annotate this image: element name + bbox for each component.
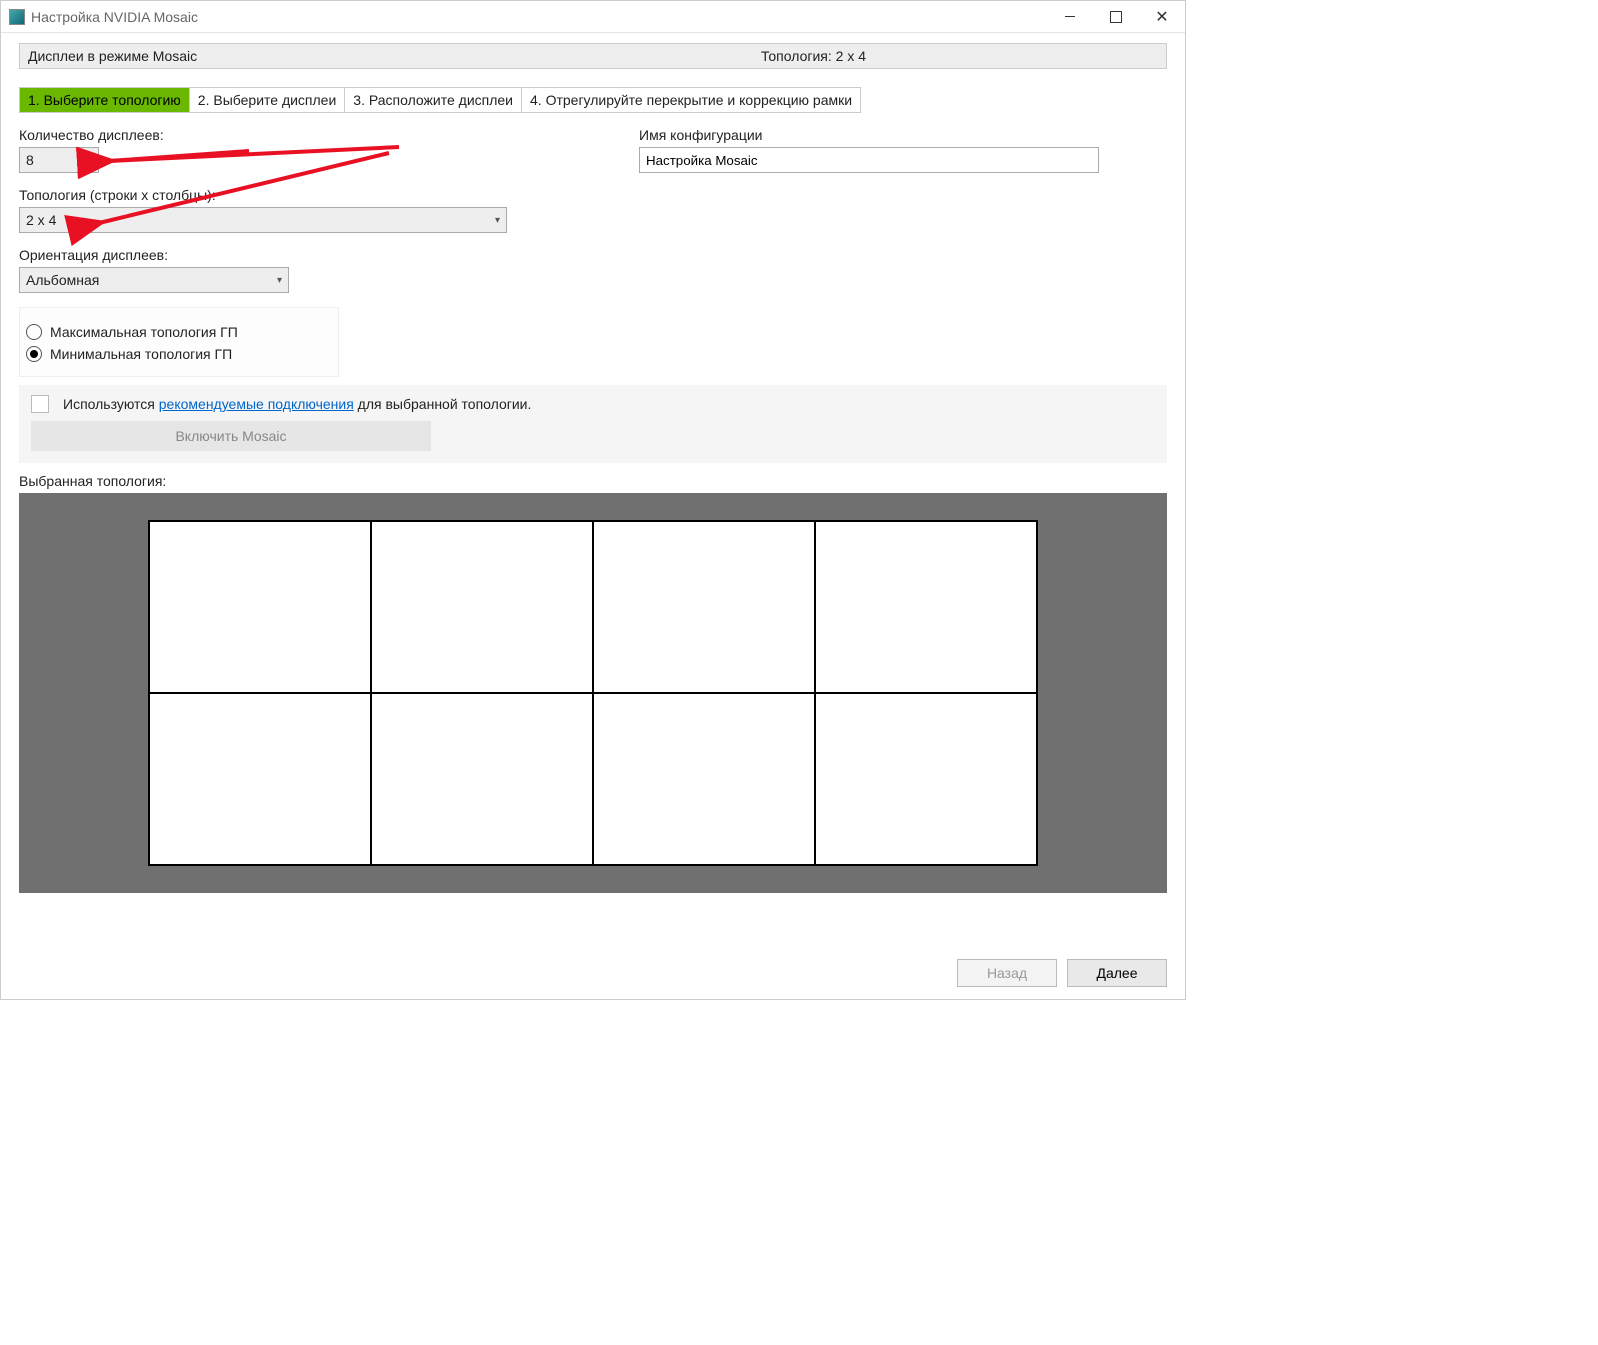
topology-cell: [816, 522, 1036, 692]
window-root: Настройка NVIDIA Mosaic ✕ Дисплеи в режи…: [0, 0, 1186, 1000]
enable-mosaic-button[interactable]: Включить Mosaic: [31, 421, 431, 451]
config-name-input[interactable]: [639, 147, 1099, 173]
topology-cell: [150, 694, 370, 864]
radio-max-gpu-topology[interactable]: Максимальная топология ГП: [26, 324, 332, 340]
app-icon: [9, 9, 25, 25]
recommended-connections-link[interactable]: рекомендуемые подключения: [159, 396, 354, 412]
chevron-down-icon: ▾: [495, 215, 500, 226]
next-button[interactable]: Далее: [1067, 959, 1167, 987]
mode-header: Дисплеи в режиме Mosaic Топология: 2 x 4: [19, 43, 1167, 69]
tab-arrange-displays[interactable]: 3. Расположите дисплеи: [344, 87, 522, 113]
topology-value: 2 x 4: [26, 212, 56, 228]
recommended-connections-row: Используются рекомендуемые подключения д…: [31, 395, 1155, 413]
chevron-down-icon: ▾: [277, 275, 282, 286]
topology-cell: [372, 522, 592, 692]
radio-icon: [26, 324, 42, 340]
radio-min-label: Минимальная топология ГП: [50, 346, 232, 362]
topology-cell: [594, 694, 814, 864]
recommended-connections-checkbox[interactable]: [31, 395, 49, 413]
minimize-button[interactable]: [1047, 1, 1093, 32]
window-title: Настройка NVIDIA Mosaic: [31, 9, 198, 25]
gpu-topology-radio-group: Максимальная топология ГП Минимальная то…: [19, 307, 339, 377]
form-area: Количество дисплеев: 8 ▾ Топология (стро…: [19, 127, 1167, 377]
topology-label: Топология (строки x столбцы):: [19, 187, 579, 203]
radio-max-label: Максимальная топология ГП: [50, 324, 238, 340]
topology-summary: Топология: 2 x 4: [761, 48, 1166, 64]
display-count-value: 8: [26, 152, 34, 168]
content-area: Дисплеи в режиме Mosaic Топология: 2 x 4…: [1, 33, 1185, 999]
topology-cell: [594, 522, 814, 692]
enable-text-suffix: для выбранной топологии.: [354, 396, 532, 412]
radio-icon: [26, 346, 42, 362]
enable-panel: Используются рекомендуемые подключения д…: [19, 385, 1167, 463]
display-count-label: Количество дисплеев:: [19, 127, 579, 143]
radio-min-gpu-topology[interactable]: Минимальная топология ГП: [26, 346, 332, 362]
back-button[interactable]: Назад: [957, 959, 1057, 987]
topology-select[interactable]: 2 x 4 ▾: [19, 207, 507, 233]
orientation-value: Альбомная: [26, 272, 99, 288]
topology-cell: [816, 694, 1036, 864]
topology-cell: [372, 694, 592, 864]
titlebar: Настройка NVIDIA Mosaic ✕: [1, 1, 1185, 33]
tab-select-displays[interactable]: 2. Выберите дисплеи: [189, 87, 346, 113]
topology-cell: [150, 522, 370, 692]
topology-grid: [148, 520, 1038, 866]
close-button[interactable]: ✕: [1139, 1, 1185, 32]
chevron-down-icon: ▾: [87, 155, 92, 166]
footer-buttons: Назад Далее: [19, 947, 1167, 987]
orientation-label: Ориентация дисплеев:: [19, 247, 579, 263]
mode-label: Дисплеи в режиме Mosaic: [20, 48, 205, 64]
tab-select-topology[interactable]: 1. Выберите топологию: [19, 87, 190, 113]
maximize-button[interactable]: [1093, 1, 1139, 32]
selected-topology-label: Выбранная топология:: [19, 473, 1167, 489]
topology-preview: [19, 493, 1167, 893]
wizard-tabs: 1. Выберите топологию 2. Выберите диспле…: [19, 87, 1167, 113]
config-name-label: Имя конфигурации: [639, 127, 1167, 143]
tab-adjust-overlap[interactable]: 4. Отрегулируйте перекрытие и коррекцию …: [521, 87, 861, 113]
orientation-select[interactable]: Альбомная ▾: [19, 267, 289, 293]
enable-text-prefix: Используются: [63, 396, 159, 412]
display-count-select[interactable]: 8 ▾: [19, 147, 99, 173]
